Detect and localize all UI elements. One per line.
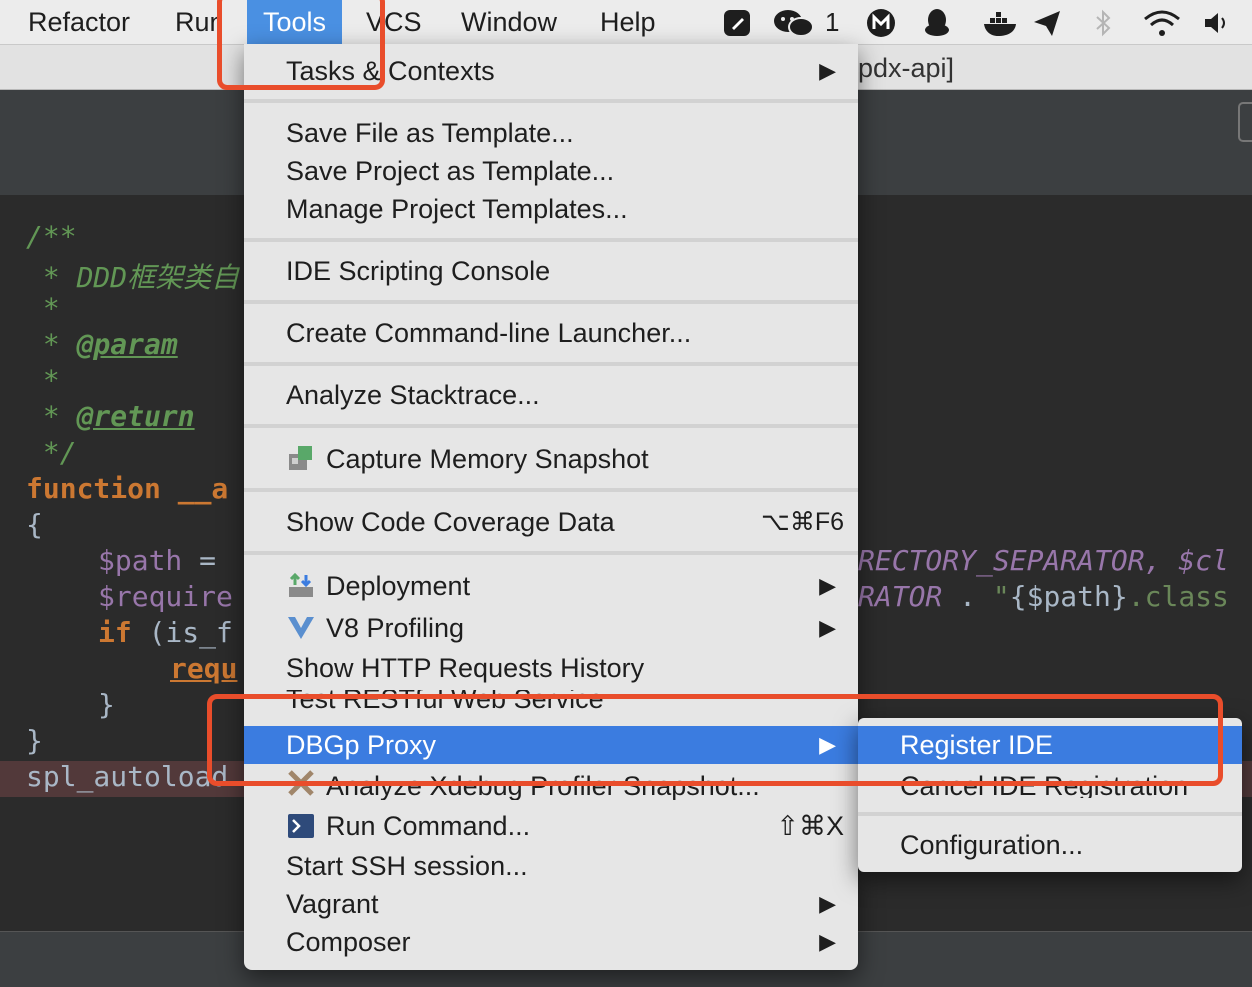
notes-icon[interactable] <box>722 8 752 38</box>
code-constant: RATOR <box>858 580 943 613</box>
code-expression: (is_f <box>131 616 233 649</box>
code-comment: * <box>26 364 60 397</box>
docker-icon[interactable] <box>982 8 1020 38</box>
menu-item-composer[interactable]: Composer ▶ <box>244 923 858 961</box>
submenu-arrow-icon: ▶ <box>819 929 836 954</box>
code-brace: { <box>26 508 43 541</box>
doc-tag-return: @return <box>76 400 195 433</box>
menu-item-label: Capture Memory Snapshot <box>326 444 649 474</box>
menu-item-label: Vagrant <box>286 889 379 919</box>
code-comment: * <box>26 292 60 325</box>
menu-item-scripting-console[interactable]: IDE Scripting Console <box>244 252 858 290</box>
code-operator: = <box>182 544 233 577</box>
keyword-function: function <box>26 472 161 505</box>
annotation-box-tools <box>217 0 385 90</box>
menu-help[interactable]: Help <box>600 0 656 44</box>
code-brace: } <box>26 724 43 757</box>
menu-item-cmdline-launcher[interactable]: Create Command-line Launcher... <box>244 314 858 352</box>
menu-refactor[interactable]: Refactor <box>28 0 130 44</box>
code-string: " <box>992 580 1010 613</box>
code-comment: * <box>26 328 77 361</box>
wechat-badge-count: 1 <box>825 7 840 37</box>
menu-separator <box>244 300 858 304</box>
terminal-icon <box>286 811 316 841</box>
deployment-icon <box>286 571 316 601</box>
menu-item-label: Save File as Template... <box>286 118 574 148</box>
menu-separator <box>244 551 858 555</box>
keyword-if: if <box>98 616 132 649</box>
bluetooth-icon[interactable] <box>1088 8 1118 38</box>
menu-item-configuration[interactable]: Configuration... <box>858 826 1242 864</box>
code-string: .class <box>1127 580 1229 613</box>
menu-item-label: Start SSH session... <box>286 851 528 881</box>
qq-icon[interactable] <box>922 8 952 38</box>
code-comment-text: DDD框架类自 <box>76 261 240 294</box>
submenu-arrow-icon: ▶ <box>819 891 836 916</box>
menu-item-capture-memory[interactable]: Capture Memory Snapshot <box>244 440 858 478</box>
macos-menubar: Refactor Run Tools VCS Window Help 1 <box>0 0 1252 45</box>
menu-run[interactable]: Run <box>175 0 217 44</box>
keyword-require: requ <box>170 652 238 685</box>
menu-item-label: Manage Project Templates... <box>286 194 628 224</box>
menu-item-label: Create Command-line Launcher... <box>286 318 692 348</box>
menu-item-run-command[interactable]: Run Command... ⇧⌘X <box>244 807 858 845</box>
window-title: pdx-api] <box>858 53 955 83</box>
toolbar-button[interactable] <box>1238 102 1252 142</box>
menu-item-label: Composer <box>286 927 411 957</box>
code-comment: */ <box>26 436 77 469</box>
submenu-arrow-icon: ▶ <box>819 573 836 598</box>
menu-separator <box>244 99 858 103</box>
wifi-icon[interactable] <box>1142 8 1182 38</box>
code-operator: . <box>942 580 993 613</box>
submenu-arrow-icon: ▶ <box>819 615 836 640</box>
menu-item-label: V8 Profiling <box>326 613 465 643</box>
annotation-box-dbgp <box>207 694 1223 786</box>
menu-item-analyze-stacktrace[interactable]: Analyze Stacktrace... <box>244 376 858 414</box>
code-comment: /** <box>26 220 77 253</box>
v8-profiling-icon <box>286 613 316 643</box>
shortcut-label: ⇧⌘X <box>776 811 844 841</box>
menu-item-label: Show HTTP Requests History <box>286 653 645 683</box>
function-name: __a <box>160 472 229 505</box>
menu-item-label: Analyze Stacktrace... <box>286 380 540 410</box>
menu-window[interactable]: Window <box>461 0 557 44</box>
menu-item-http-history[interactable]: Show HTTP Requests History <box>244 649 858 687</box>
menu-separator <box>244 488 858 492</box>
doc-tag-param: @param <box>76 328 178 361</box>
submenu-arrow-icon: ▶ <box>819 58 836 83</box>
shortcut-label: ⌥⌘F6 <box>761 508 844 536</box>
code-interpolation: {$path} <box>1009 580 1128 613</box>
menu-separator <box>244 238 858 242</box>
menu-separator <box>244 362 858 366</box>
memory-snapshot-icon <box>286 444 316 474</box>
menu-item-v8-profiling[interactable]: V8 Profiling ▶ <box>244 609 858 647</box>
menu-item-vagrant[interactable]: Vagrant ▶ <box>244 885 858 923</box>
menu-item-save-file-template[interactable]: Save File as Template... <box>244 114 858 152</box>
menu-item-label: Save Project as Template... <box>286 156 615 186</box>
menu-item-save-project-template[interactable]: Save Project as Template... <box>244 152 858 190</box>
menu-separator <box>244 424 858 428</box>
menu-item-label: Configuration... <box>900 830 1084 860</box>
code-variable: $path <box>98 544 183 577</box>
menu-item-label: Deployment <box>326 571 471 601</box>
menu-separator <box>858 812 1242 816</box>
code-function-call: spl_autoload <box>26 760 229 793</box>
menu-item-code-coverage[interactable]: Show Code Coverage Data ⌥⌘F6 <box>244 503 858 541</box>
code-comment: * <box>26 400 77 433</box>
menu-item-ssh-session[interactable]: Start SSH session... <box>244 847 858 885</box>
code-brace: } <box>98 688 115 721</box>
menu-item-manage-templates[interactable]: Manage Project Templates... <box>244 190 858 228</box>
wechat-icon[interactable] <box>772 8 816 38</box>
menu-item-deployment[interactable]: Deployment ▶ <box>244 567 858 605</box>
menu-item-label: Run Command... <box>326 811 531 841</box>
code-constant: RECTORY_SEPARATOR, $cl <box>858 544 1229 577</box>
send-icon[interactable] <box>1032 8 1062 38</box>
code-comment: * <box>26 261 77 294</box>
menu-item-label: Show Code Coverage Data <box>286 507 615 537</box>
tools-menu: Tasks & Contexts ▶ Save File as Template… <box>244 44 858 970</box>
menu-item-label: IDE Scripting Console <box>286 256 551 286</box>
m-app-icon[interactable] <box>866 8 896 38</box>
volume-icon[interactable] <box>1202 8 1232 38</box>
code-variable: $require <box>98 580 233 613</box>
